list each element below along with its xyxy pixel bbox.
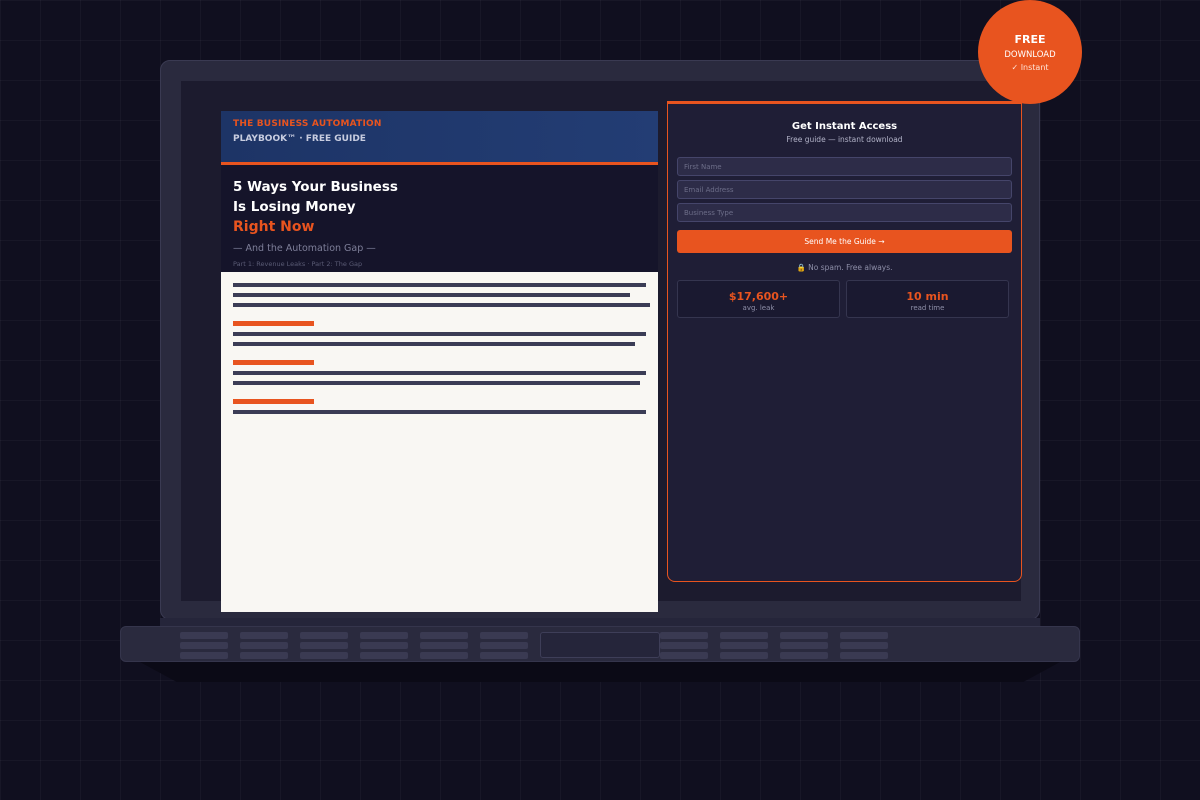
- section-heading-placeholder: [233, 399, 314, 404]
- keyboard-key: [360, 632, 408, 639]
- keyboard-key: [420, 652, 468, 659]
- stat-label: read time: [910, 304, 945, 312]
- laptop-base-shadow: [140, 662, 1060, 682]
- keyboard-key: [180, 642, 228, 649]
- guide-tagline: — And the Automation Gap —: [233, 243, 376, 254]
- stat-value: 10 min: [906, 290, 949, 303]
- keyboard-key: [660, 632, 708, 639]
- text-line-placeholder: [233, 332, 646, 336]
- free-download-badge: FREE DOWNLOAD ✓ Instant: [978, 0, 1082, 104]
- guide-preview: THE BUSINESS AUTOMATION PLAYBOOK™ · FREE…: [221, 111, 658, 612]
- first-name-input[interactable]: [677, 157, 1012, 176]
- laptop-screen: THE BUSINESS AUTOMATION PLAYBOOK™ · FREE…: [181, 81, 1022, 612]
- guide-brand: THE BUSINESS AUTOMATION: [233, 119, 382, 129]
- keyboard-key: [180, 652, 228, 659]
- keyboard-key: [720, 642, 768, 649]
- keyboard-key: [240, 642, 288, 649]
- keyboard-key: [360, 642, 408, 649]
- stat-value: $17,600+: [728, 290, 789, 303]
- guide-parts: Part 1: Revenue Leaks · Part 2: The Gap: [233, 260, 363, 268]
- keyboard-key: [720, 632, 768, 639]
- badge-download: DOWNLOAD: [1004, 50, 1056, 60]
- no-spam-note: 🔒 No spam. Free always.: [796, 263, 893, 272]
- text-line-placeholder: [233, 293, 630, 297]
- keyboard-key: [780, 652, 828, 659]
- keyboard-key: [300, 632, 348, 639]
- keyboard-key: [840, 632, 888, 639]
- keyboard-key: [480, 652, 528, 659]
- keyboard-key: [660, 642, 708, 649]
- stat-card-read-time: 10 min read time: [846, 280, 1009, 318]
- email-input[interactable]: [677, 180, 1012, 199]
- keyboard-key: [480, 642, 528, 649]
- access-form-card: Get Instant Access Free guide — instant …: [667, 101, 1022, 582]
- keyboard-key: [720, 652, 768, 659]
- keyboard-key: [360, 652, 408, 659]
- keyboard-key: [420, 632, 468, 639]
- guide-page-preview: [221, 272, 658, 612]
- text-line-placeholder: [233, 371, 646, 375]
- text-line-placeholder: [233, 283, 646, 287]
- guide-headline-accent: Right Now: [233, 219, 315, 235]
- keyboard-key: [240, 652, 288, 659]
- guide-hero: 5 Ways Your Business Is Losing Money Rig…: [221, 165, 658, 272]
- keyboard-key: [420, 642, 468, 649]
- keyboard-key: [840, 642, 888, 649]
- trackpad: [540, 632, 660, 658]
- badge-free: FREE: [1014, 33, 1046, 46]
- stat-card-leak: $17,600+ avg. leak: [677, 280, 840, 318]
- keyboard-key: [660, 652, 708, 659]
- form-subtitle: Free guide — instant download: [786, 135, 903, 144]
- laptop-lid: THE BUSINESS AUTOMATION PLAYBOOK™ · FREE…: [160, 60, 1040, 620]
- keyboard-key: [780, 642, 828, 649]
- form-title: Get Instant Access: [791, 121, 898, 132]
- keyboard-key: [300, 642, 348, 649]
- keyboard-key: [480, 632, 528, 639]
- guide-header: THE BUSINESS AUTOMATION PLAYBOOK™ · FREE…: [221, 111, 658, 165]
- badge-instant: ✓ Instant: [1011, 63, 1049, 72]
- keyboard-key: [300, 652, 348, 659]
- stat-label: avg. leak: [742, 304, 775, 312]
- guide-headline-line2: Is Losing Money: [233, 199, 356, 215]
- text-line-placeholder: [233, 410, 646, 414]
- send-guide-button[interactable]: Send Me the Guide →: [677, 230, 1012, 253]
- text-line-placeholder: [233, 303, 650, 307]
- text-line-placeholder: [233, 381, 640, 385]
- guide-headline-line1: 5 Ways Your Business: [233, 179, 398, 195]
- keyboard-key: [780, 632, 828, 639]
- keyboard-key: [840, 652, 888, 659]
- business-type-input[interactable]: [677, 203, 1012, 222]
- keyboard-key: [180, 632, 228, 639]
- guide-subtitle: PLAYBOOK™ · FREE GUIDE: [233, 134, 366, 144]
- text-line-placeholder: [233, 342, 635, 346]
- section-heading-placeholder: [233, 360, 314, 365]
- section-heading-placeholder: [233, 321, 314, 326]
- keyboard-key: [240, 632, 288, 639]
